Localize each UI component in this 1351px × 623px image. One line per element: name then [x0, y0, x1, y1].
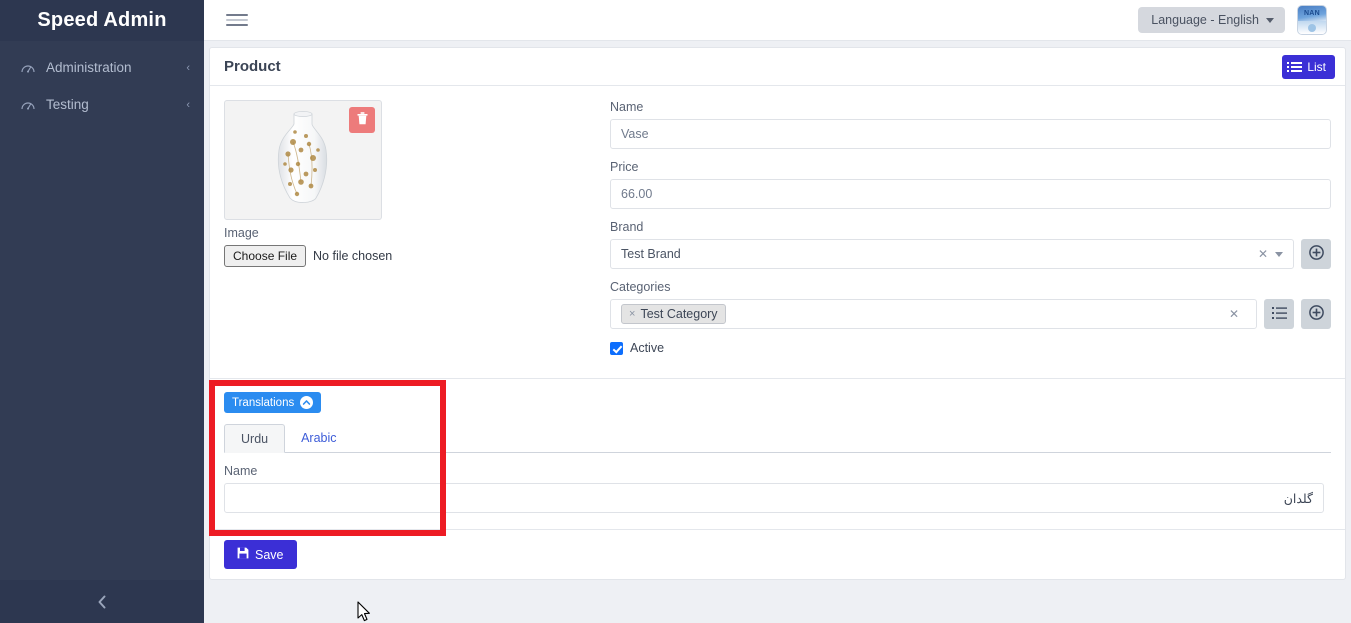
- field-price: Price: [610, 160, 1331, 209]
- sidebar-item-testing[interactable]: Testing ‹: [0, 86, 204, 123]
- translations-tab-pane: Name: [224, 453, 1331, 513]
- price-input[interactable]: [610, 179, 1331, 209]
- language-dropdown-button[interactable]: Language - English: [1138, 7, 1285, 33]
- categories-label: Categories: [610, 280, 671, 294]
- mouse-cursor: [357, 601, 372, 623]
- brand-selected-value: Test Brand: [621, 247, 681, 261]
- brand-logo[interactable]: Speed Admin: [0, 0, 204, 41]
- avatar[interactable]: NAN: [1297, 5, 1327, 35]
- brand-row: Test Brand ✕: [610, 239, 1331, 269]
- active-checkbox-row: Active: [610, 341, 1331, 355]
- sidebar-item-label: Administration: [46, 60, 132, 75]
- sidebar-collapse-button[interactable]: [0, 580, 204, 623]
- chevron-left-icon: [96, 594, 108, 610]
- field-categories: Categories × Test Category ✕: [610, 280, 1331, 329]
- dashboard-icon: [18, 60, 38, 76]
- translation-name-wrap: [224, 483, 1324, 513]
- category-tag-label: Test Category: [640, 307, 718, 321]
- clear-x-icon[interactable]: ✕: [1229, 307, 1239, 321]
- panel-footer: Save: [210, 529, 1345, 579]
- name-label: Name: [610, 100, 644, 114]
- clear-x-icon[interactable]: ✕: [1258, 247, 1268, 261]
- delete-image-button[interactable]: [349, 107, 375, 133]
- form-right-column: Name Price Brand Test Brand ✕: [599, 100, 1331, 378]
- brand-select[interactable]: Test Brand ✕: [610, 239, 1294, 269]
- save-button-label: Save: [255, 547, 284, 562]
- sidebar-item-label: Testing: [46, 97, 89, 112]
- topbar: Language - English NAN: [204, 0, 1351, 41]
- categories-select[interactable]: × Test Category ✕: [610, 299, 1257, 329]
- sidebar-item-administration[interactable]: Administration ‹: [0, 49, 204, 86]
- app-root: Speed Admin Administration ‹ Testing ‹ L…: [0, 0, 1351, 623]
- dashboard-icon: [18, 97, 38, 113]
- choose-file-button[interactable]: Choose File: [224, 245, 307, 267]
- plus-circle-icon: [1308, 245, 1324, 263]
- save-button[interactable]: Save: [224, 540, 297, 569]
- translations-badge-label: Translations: [232, 396, 295, 409]
- browse-categories-button[interactable]: [1264, 299, 1294, 329]
- plus-circle-icon: [1308, 305, 1324, 323]
- translations-tabs: Urdu Arabic: [224, 424, 1331, 453]
- product-form: Image Choose File No file chosen Name Pr…: [210, 86, 1345, 378]
- list-icon: [1271, 306, 1287, 323]
- name-input[interactable]: [610, 119, 1331, 149]
- chevron-down-icon[interactable]: [1275, 251, 1283, 257]
- chevron-left-icon: ‹: [186, 98, 190, 111]
- remove-tag-icon[interactable]: ×: [629, 308, 635, 320]
- active-label: Active: [630, 341, 665, 355]
- add-brand-button[interactable]: [1301, 239, 1331, 269]
- tab-arabic[interactable]: Arabic: [285, 424, 352, 453]
- list-button[interactable]: List: [1282, 54, 1335, 79]
- hamburger-icon[interactable]: [226, 11, 248, 29]
- translations-section: Translations Urdu Arabic Name: [210, 378, 1345, 529]
- translations-toggle-badge[interactable]: Translations: [224, 392, 322, 413]
- file-upload-row: Choose File No file chosen: [224, 245, 599, 267]
- field-brand: Brand Test Brand ✕: [610, 220, 1331, 269]
- categories-row: × Test Category ✕: [610, 299, 1331, 329]
- list-icon: [1287, 61, 1303, 72]
- translation-name-input[interactable]: [224, 483, 1324, 513]
- chevron-down-icon: [1266, 17, 1274, 23]
- product-image-preview: [224, 100, 382, 220]
- image-label: Image: [224, 226, 259, 240]
- chevron-up-circle-icon: [300, 396, 314, 409]
- avatar-label: NAN: [1303, 10, 1321, 17]
- sidebar-nav: Administration ‹ Testing ‹: [0, 41, 204, 580]
- categories-tags: × Test Category: [621, 304, 1229, 324]
- field-name: Name: [610, 100, 1331, 149]
- panel-header: Product List: [210, 48, 1345, 86]
- brand-label: Brand: [610, 220, 644, 234]
- active-checkbox[interactable]: [610, 341, 623, 355]
- no-file-chosen-text: No file chosen: [313, 249, 393, 263]
- translation-name-label: Name: [224, 464, 258, 478]
- trash-icon: [357, 112, 368, 128]
- page-title: Product: [224, 58, 281, 75]
- category-tag[interactable]: × Test Category: [621, 304, 726, 324]
- sidebar: Speed Admin Administration ‹ Testing ‹: [0, 0, 204, 623]
- price-label: Price: [610, 160, 639, 174]
- form-left-column: Image Choose File No file chosen: [224, 100, 599, 378]
- language-button-label: Language - English: [1151, 13, 1259, 27]
- avatar-dot: [1308, 24, 1316, 32]
- list-button-label: List: [1307, 59, 1326, 74]
- add-category-button[interactable]: [1301, 299, 1331, 329]
- chevron-left-icon: ‹: [186, 61, 190, 74]
- tab-urdu[interactable]: Urdu: [224, 424, 286, 453]
- floppy-save-icon: [237, 547, 249, 562]
- brand-title: Speed Admin: [37, 9, 167, 31]
- product-panel: Product List Image Choose File No file c…: [209, 47, 1346, 580]
